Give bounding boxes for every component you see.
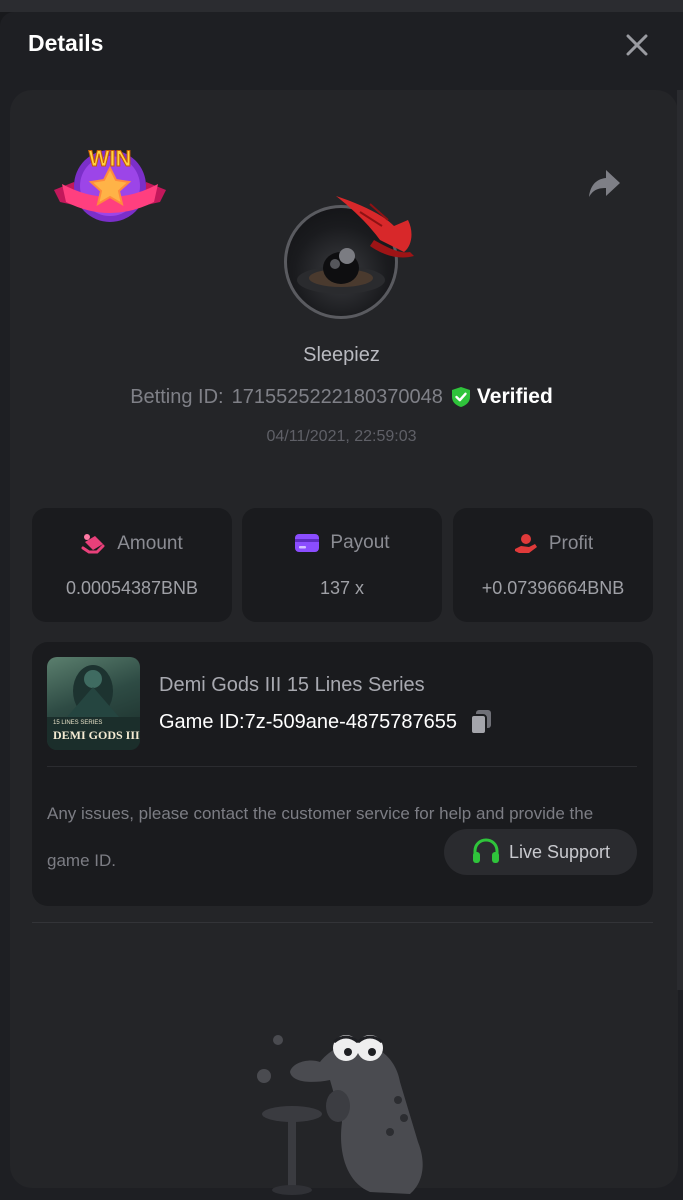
stat-profit-label: Profit xyxy=(548,533,594,554)
headset-icon xyxy=(472,838,499,863)
share-icon xyxy=(589,170,620,197)
game-info-card: 15 LINES SERIES DEMI GODS III Demi Gods … xyxy=(32,642,653,906)
scrollbar[interactable] xyxy=(677,90,683,990)
betting-id-row: Betting ID: 1715525222180370048 Verified xyxy=(0,385,683,409)
game-thumb-title: DEMI GODS III xyxy=(53,728,140,742)
bet-timestamp: 04/11/2021, 22:59:03 xyxy=(266,428,417,445)
stat-profit-value: +0.07396664BNB xyxy=(481,578,625,598)
wizard-hat-icon xyxy=(336,196,414,258)
shield-check-icon xyxy=(451,387,470,407)
live-support-label: Live Support xyxy=(508,841,611,862)
stat-profit: Profit +0.07396664BNB xyxy=(453,508,653,622)
status-bar xyxy=(0,0,683,12)
stat-amount-value: 0.00054387BNB xyxy=(65,578,199,598)
username: Sleepiez xyxy=(303,344,380,366)
win-badge-icon: WIN xyxy=(54,146,166,222)
stat-amount: Amount 0.00054387BNB xyxy=(32,508,232,622)
betting-id-value: 1715525222180370048 xyxy=(231,385,443,408)
game-name: Demi Gods III 15 Lines Series xyxy=(159,674,425,696)
card-divider xyxy=(47,766,637,767)
game-thumb-series: 15 LINES SERIES xyxy=(53,720,103,726)
copy-icon[interactable] xyxy=(469,709,493,735)
stat-payout-value: 137 x xyxy=(319,578,365,598)
coins-icon xyxy=(81,534,105,554)
page-title: Details xyxy=(28,30,104,56)
close-icon xyxy=(626,34,648,56)
stat-amount-label: Amount xyxy=(117,533,183,554)
share-button[interactable] xyxy=(586,166,624,202)
stat-payout: Payout 137 x xyxy=(242,508,442,622)
crocodile-mascot-icon xyxy=(257,1035,423,1195)
game-id-label: Game ID: xyxy=(159,710,245,733)
game-thumbnail[interactable]: 15 LINES SERIES DEMI GODS III xyxy=(47,657,140,750)
section-divider xyxy=(32,922,653,923)
verified-badge: Verified xyxy=(451,385,553,409)
stat-payout-label: Payout xyxy=(330,532,390,553)
win-badge-text: WIN xyxy=(89,146,132,171)
betting-id-label: Betting ID: xyxy=(130,385,224,408)
game-id-row: Game ID:7z-509ane-4875787655 xyxy=(159,709,493,735)
verified-label: Verified xyxy=(476,385,553,408)
wallet-icon xyxy=(295,534,320,552)
close-button[interactable] xyxy=(622,30,652,60)
game-id-value: 7z-509ane-4875787655 xyxy=(244,710,457,733)
hand-profit-icon xyxy=(514,534,537,553)
live-support-button[interactable]: Live Support xyxy=(444,829,637,875)
